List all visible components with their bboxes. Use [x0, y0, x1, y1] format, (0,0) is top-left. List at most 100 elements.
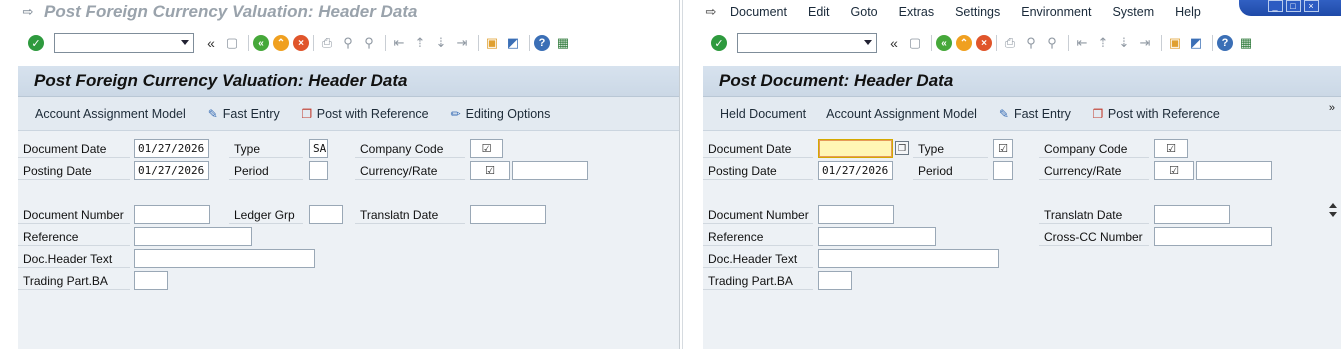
- close-icon[interactable]: ×: [1303, 0, 1319, 12]
- button-label: Post with Reference: [316, 106, 429, 121]
- find-next-icon[interactable]: ⚲: [360, 34, 378, 52]
- more-buttons-icon[interactable]: »: [1329, 102, 1335, 114]
- chevron-down-icon[interactable]: [181, 40, 189, 45]
- help-icon[interactable]: ?: [534, 35, 550, 51]
- command-field[interactable]: [54, 33, 194, 53]
- copy-document-icon: ❐: [1092, 106, 1104, 121]
- page-title: Post Document: Header Data: [719, 71, 954, 90]
- help-icon[interactable]: ?: [1217, 35, 1233, 51]
- cross-cc-number-field[interactable]: [1154, 227, 1272, 246]
- menu-extras[interactable]: Extras: [899, 5, 934, 19]
- collapse-icon[interactable]: «: [885, 34, 903, 52]
- menu-environment[interactable]: Environment: [1021, 5, 1091, 19]
- save-icon[interactable]: ▢: [906, 34, 924, 52]
- first-page-icon[interactable]: ⇤: [390, 34, 408, 52]
- exit-icon[interactable]: ⌃: [273, 35, 289, 51]
- button-label: Editing Options: [465, 106, 551, 121]
- document-number-field[interactable]: [134, 205, 210, 224]
- menu-goto[interactable]: Goto: [851, 5, 878, 19]
- shortcut-icon[interactable]: ◩: [504, 34, 522, 52]
- post-with-reference-button[interactable]: ❐ Post with Reference: [300, 106, 429, 121]
- next-page-icon[interactable]: ⇣: [432, 34, 450, 52]
- separator: [313, 35, 314, 51]
- command-field[interactable]: [737, 33, 877, 53]
- document-date-field[interactable]: [818, 139, 893, 158]
- first-page-icon[interactable]: ⇤: [1073, 34, 1091, 52]
- doc-header-text-field[interactable]: [134, 249, 315, 268]
- print-icon[interactable]: ⎙: [1001, 34, 1019, 52]
- create-session-icon[interactable]: ▣: [1166, 34, 1184, 52]
- last-page-icon[interactable]: ⇥: [453, 34, 471, 52]
- layout-menu-icon[interactable]: ▦: [554, 34, 572, 52]
- exchange-rate-field[interactable]: [512, 161, 588, 180]
- fast-entry-button[interactable]: ✎ Fast Entry: [997, 107, 1071, 121]
- exit-icon[interactable]: ⌃: [956, 35, 972, 51]
- translatn-date-label: Translatn Date: [1039, 206, 1149, 224]
- period-field[interactable]: [993, 161, 1013, 180]
- scroll-up-icon[interactable]: [1329, 203, 1337, 208]
- scroll-down-icon[interactable]: [1329, 212, 1337, 217]
- document-number-field[interactable]: [818, 205, 894, 224]
- translatn-date-field[interactable]: [470, 205, 546, 224]
- account-assignment-model-button[interactable]: Account Assignment Model: [35, 107, 186, 121]
- menu-help[interactable]: Help: [1175, 5, 1201, 19]
- trading-part-ba-field[interactable]: [134, 271, 168, 290]
- back-icon[interactable]: «: [936, 35, 952, 51]
- currency-field[interactable]: ☑: [470, 161, 510, 180]
- trading-part-ba-field[interactable]: [818, 271, 852, 290]
- posting-date-field[interactable]: 01/27/2026: [818, 161, 893, 180]
- document-date-field[interactable]: 01/27/2026: [134, 139, 209, 158]
- previous-page-icon[interactable]: ⇡: [1094, 34, 1112, 52]
- held-document-button[interactable]: Held Document: [720, 107, 806, 121]
- page-title-bar: Post Foreign Currency Valuation: Header …: [18, 66, 679, 97]
- document-number-label: Document Number: [18, 206, 130, 224]
- menu-system[interactable]: System: [1112, 5, 1154, 19]
- chevron-down-icon[interactable]: [864, 40, 872, 45]
- find-icon[interactable]: ⚲: [339, 34, 357, 52]
- minimize-icon[interactable]: _: [1267, 0, 1283, 12]
- back-icon[interactable]: «: [253, 35, 269, 51]
- doc-header-text-field[interactable]: [818, 249, 999, 268]
- posting-date-field[interactable]: 01/27/2026: [134, 161, 209, 180]
- translatn-date-field[interactable]: [1154, 205, 1230, 224]
- post-with-reference-button[interactable]: ❐ Post with Reference: [1091, 107, 1220, 121]
- menu-edit[interactable]: Edit: [808, 5, 830, 19]
- shortcut-icon[interactable]: ◩: [1187, 34, 1205, 52]
- find-next-icon[interactable]: ⚲: [1043, 34, 1061, 52]
- fast-entry-button[interactable]: ✎ Fast Entry: [206, 107, 280, 121]
- company-code-field[interactable]: ☑: [470, 139, 503, 158]
- layout-menu-icon[interactable]: ▦: [1237, 34, 1255, 52]
- cancel-icon[interactable]: ×: [293, 35, 309, 51]
- button-label: Fast Entry: [222, 106, 280, 121]
- maximize-icon[interactable]: □: [1285, 0, 1301, 12]
- last-page-icon[interactable]: ⇥: [1136, 34, 1154, 52]
- editing-options-button[interactable]: ✏ Editing Options: [449, 107, 551, 121]
- search-help-icon[interactable]: ❐: [895, 141, 909, 155]
- reference-field[interactable]: [818, 227, 936, 246]
- print-icon[interactable]: ⎙: [318, 34, 336, 52]
- next-page-icon[interactable]: ⇣: [1115, 34, 1133, 52]
- save-icon[interactable]: ▢: [223, 34, 241, 52]
- ledger-grp-field[interactable]: [309, 205, 343, 224]
- type-field[interactable]: SA: [309, 139, 328, 158]
- menu-document[interactable]: Document: [730, 5, 787, 19]
- company-code-field[interactable]: ☑: [1154, 139, 1188, 158]
- collapse-icon[interactable]: «: [202, 34, 220, 52]
- type-field[interactable]: ☑: [993, 139, 1013, 158]
- account-assignment-model-button[interactable]: Account Assignment Model: [826, 107, 977, 121]
- left-content-area: Post Foreign Currency Valuation: Header …: [18, 66, 679, 349]
- enter-check-icon[interactable]: ✓: [711, 35, 727, 51]
- menu-exit-icon[interactable]: ⇨: [703, 4, 719, 19]
- exchange-rate-field[interactable]: [1196, 161, 1272, 180]
- cancel-icon[interactable]: ×: [976, 35, 992, 51]
- reference-field[interactable]: [134, 227, 252, 246]
- period-field[interactable]: [309, 161, 328, 180]
- find-icon[interactable]: ⚲: [1022, 34, 1040, 52]
- currency-field[interactable]: ☑: [1154, 161, 1194, 180]
- create-session-icon[interactable]: ▣: [483, 34, 501, 52]
- enter-check-icon[interactable]: ✓: [28, 35, 44, 51]
- previous-page-icon[interactable]: ⇡: [411, 34, 429, 52]
- vertical-scrollbar[interactable]: [1329, 199, 1339, 221]
- exit-icon[interactable]: ⇨: [20, 4, 36, 19]
- menu-settings[interactable]: Settings: [955, 5, 1000, 19]
